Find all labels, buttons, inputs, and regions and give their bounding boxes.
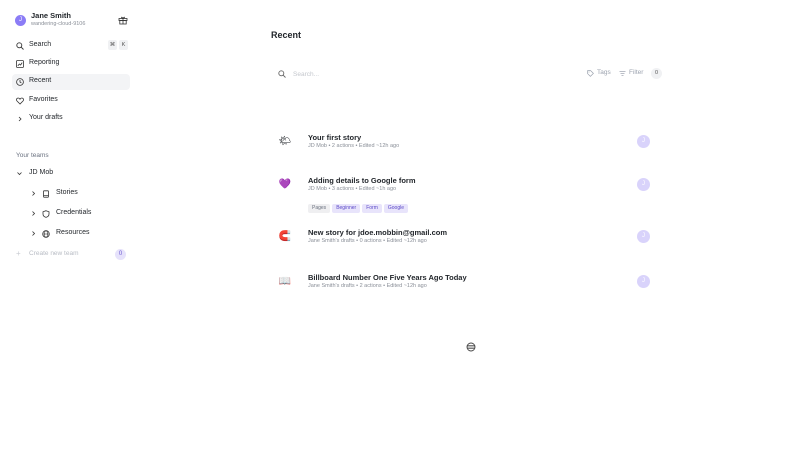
tags-label: Tags [597,69,611,76]
teams-section-label: Your teams [16,152,49,159]
tag-beginner[interactable]: Beginner [332,204,361,213]
sun-cloud-icon: 🌤 [278,136,292,147]
user-handle: wandering-cloud-9106 [31,21,86,27]
open-book-icon: 📖 [278,276,292,287]
team-item-label: Stories [56,189,78,196]
chart-icon [16,60,24,68]
nav-reporting-label: Reporting [29,59,60,66]
story-search-bar: Tags Filter 0 [271,64,664,84]
story-row[interactable]: 🌤 Your first story JD Mob • 2 actions • … [278,133,658,169]
team-item-resources[interactable]: Resources [30,227,128,241]
avatar: J [637,275,650,288]
shortcut-cmd: ⌘ [108,40,117,50]
story-title: Your first story [308,133,362,142]
nav-favorites-label: Favorites [29,96,58,103]
page-title: Recent [271,30,302,40]
search-input[interactable] [293,68,493,80]
heart-icon [16,97,24,105]
nav-recent[interactable]: Recent [12,74,130,90]
tag-icon [587,70,594,77]
team-name: JD Mob [29,169,54,176]
team-item-credentials[interactable]: Credentials [30,207,128,221]
nav-recent-label: Recent [29,77,52,84]
team-item-label: Credentials [56,209,92,216]
story-meta: Jane Smith's drafts • 2 actions • Edited… [308,283,427,289]
magnet-icon: 🧲 [278,231,292,242]
story-meta: Jane Smith's drafts • 0 actions • Edited… [308,238,427,244]
story-title: Billboard Number One Five Years Ago Toda… [308,273,467,282]
story-meta: JD Mob • 2 actions • Edited ~12h ago [308,143,400,149]
search-icon [278,70,286,78]
chevron-down-icon [17,172,22,176]
create-team-button[interactable]: + Create new team 0 [16,248,128,262]
plus-icon: + [16,249,21,258]
globe-icon [42,230,50,238]
nav-search[interactable]: Search ⌘ K [12,38,130,54]
chevron-right-icon [32,231,36,236]
sidebar: J Jane Smith wandering-cloud-9106 Search… [0,0,140,450]
team-item-label: Resources [56,229,90,236]
chevron-right-icon [32,211,36,216]
book-icon [43,190,49,198]
user-profile[interactable]: J Jane Smith wandering-cloud-9106 [15,11,130,31]
story-row[interactable]: 💜 Adding details to Google form JD Mob •… [278,176,658,214]
purple-heart-icon: 💜 [278,179,292,190]
shortcut-k: K [119,40,128,50]
create-team-label: Create new team [29,250,79,257]
nav-search-label: Search [29,41,52,48]
team-item-stories[interactable]: Stories [30,187,128,201]
story-title: New story for jdoe.mobbin@gmail.com [308,228,447,237]
story-meta: JD Mob • 3 actions • Edited ~1h ago [308,186,397,192]
avatar: J [637,135,650,148]
tag-pages[interactable]: Pages [308,204,331,213]
nav-reporting[interactable]: Reporting [12,56,130,72]
story-tags: Pages Beginner Form Google [308,196,410,214]
avatar: J [637,178,650,191]
user-name: Jane Smith [31,11,72,20]
tag-form[interactable]: Form [362,204,382,213]
nav-favorites[interactable]: Favorites [12,93,130,109]
filter-count-badge: 0 [651,68,662,79]
story-row[interactable]: 📖 Billboard Number One Five Years Ago To… [278,273,658,309]
filter-label: Filter [629,69,644,76]
nav-drafts[interactable]: Your drafts [12,111,130,127]
story-row[interactable]: 🧲 New story for jdoe.mobbin@gmail.com Ja… [278,228,658,264]
clock-icon [16,78,24,86]
avatar: J [637,230,650,243]
avatar: J [15,15,26,26]
tag-google[interactable]: Google [383,204,408,213]
team-jd-mob[interactable]: JD Mob [16,167,128,181]
search-icon [16,42,24,50]
chevron-right-icon [18,116,22,122]
gift-icon[interactable] [118,15,128,25]
loading-spinner-icon [466,342,476,352]
chevron-right-icon [32,191,36,196]
nav-drafts-label: Your drafts [29,114,63,121]
filter-icon [619,71,626,76]
create-team-badge: 0 [115,249,126,260]
shield-icon [42,210,50,218]
story-title: Adding details to Google form [308,176,416,185]
